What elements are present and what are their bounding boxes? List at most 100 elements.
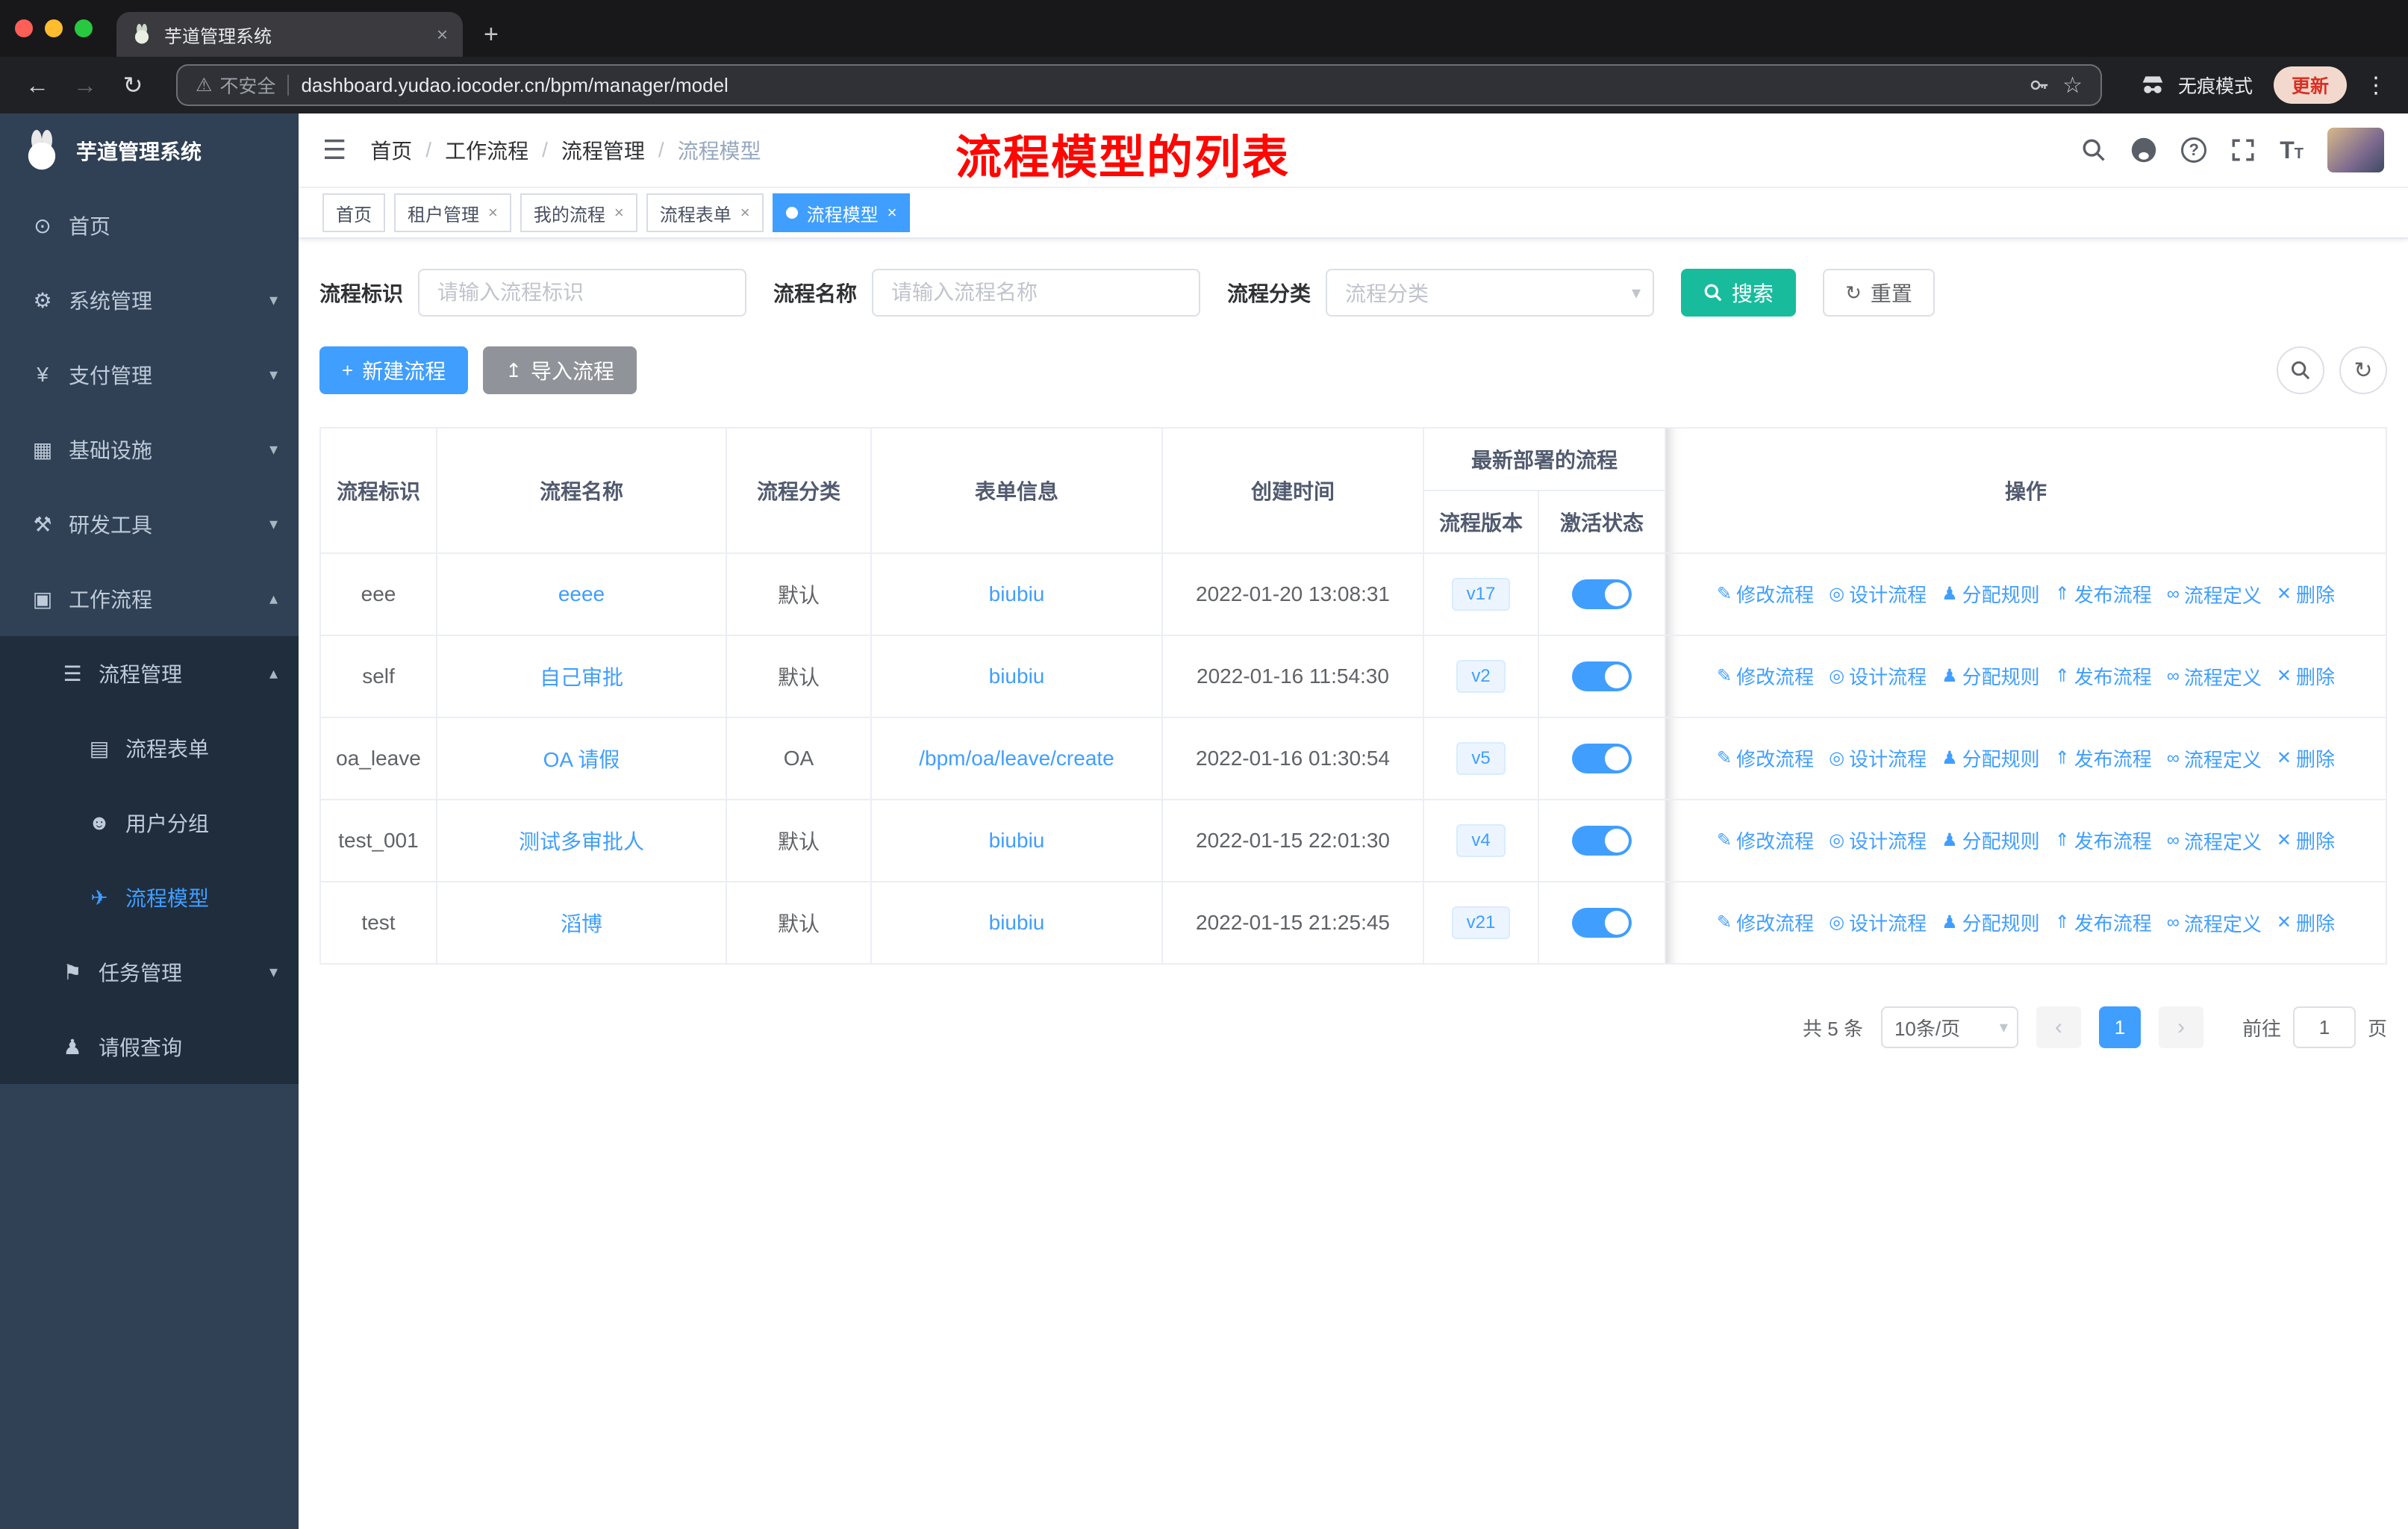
page-1-button[interactable]: 1 [2098, 1006, 2141, 1048]
model-name-link[interactable]: OA 请假 [543, 748, 620, 771]
delete-link[interactable]: ✕ 删除 [2277, 826, 2335, 854]
bookmark-star-icon[interactable]: ☆ [2062, 72, 2083, 99]
sidebar-item-dev-tools[interactable]: ⚒ 研发工具 ▾ [0, 487, 299, 561]
password-key-icon[interactable] [2028, 74, 2050, 96]
avatar[interactable] [2327, 128, 2384, 172]
publish-process-link[interactable]: ⇑ 发布流程 [2055, 909, 2152, 936]
import-process-button[interactable]: ↥ 导入流程 [483, 346, 637, 394]
breadcrumb-workflow[interactable]: 工作流程 [445, 135, 528, 165]
close-icon[interactable]: × [614, 203, 624, 222]
search-button[interactable]: 搜索 [1681, 269, 1797, 317]
font-size-icon[interactable]: TT [2280, 137, 2303, 164]
category-select[interactable]: 流程分类 ▾ [1326, 269, 1655, 317]
design-process-link[interactable]: ◎ 设计流程 [1829, 662, 1927, 690]
sidebar-item-task-management[interactable]: ⚑ 任务管理 ▾ [0, 935, 299, 1009]
design-process-link[interactable]: ◎ 设计流程 [1829, 580, 1927, 608]
goto-page-input[interactable] [2292, 1006, 2356, 1048]
close-icon[interactable]: × [740, 203, 750, 222]
active-toggle[interactable] [1572, 826, 1632, 856]
maximize-window-button[interactable] [75, 19, 93, 37]
help-icon[interactable]: ? [2181, 137, 2207, 163]
sidebar-collapse-icon[interactable]: ☰ [322, 134, 346, 166]
form-info-link[interactable]: biubiu [989, 582, 1045, 605]
sidebar-item-process-form[interactable]: ▤ 流程表单 [0, 711, 299, 785]
tab-close-icon[interactable]: × [437, 23, 448, 46]
new-tab-button[interactable]: + [484, 20, 499, 49]
design-process-link[interactable]: ◎ 设计流程 [1829, 826, 1927, 854]
back-icon[interactable]: ← [18, 72, 57, 99]
sidebar-item-workflow[interactable]: ▣ 工作流程 ▴ [0, 561, 299, 636]
browser-tab[interactable]: 芋道管理系统 × [116, 12, 463, 57]
name-filter-input[interactable] [872, 269, 1201, 317]
browser-menu-icon[interactable]: ⋮ [2365, 72, 2387, 99]
modify-process-link[interactable]: ✎ 修改流程 [1717, 744, 1814, 772]
close-icon[interactable]: × [888, 203, 897, 222]
address-bar[interactable]: ⚠ 不安全 dashboard.yudao.iocoder.cn/bpm/mana… [176, 64, 2102, 106]
active-toggle[interactable] [1572, 661, 1632, 691]
tag-process-form[interactable]: 流程表单 × [646, 193, 764, 232]
modify-process-link[interactable]: ✎ 修改流程 [1717, 826, 1814, 854]
model-name-link[interactable]: 自己审批 [540, 666, 623, 689]
tag-my-process[interactable]: 我的流程 × [520, 193, 637, 232]
publish-process-link[interactable]: ⇑ 发布流程 [2055, 662, 2152, 690]
assign-rules-link[interactable]: ♟ 分配规则 [1941, 909, 2040, 936]
assign-rules-link[interactable]: ♟ 分配规则 [1941, 744, 2040, 772]
process-definition-link[interactable]: ∞ 流程定义 [2167, 909, 2262, 937]
active-toggle[interactable] [1572, 579, 1632, 609]
model-name-link[interactable]: eeee [558, 582, 605, 605]
reload-icon[interactable]: ↻ [113, 71, 152, 99]
breadcrumb-process-management[interactable]: 流程管理 [561, 135, 645, 165]
sidebar-item-user-group[interactable]: ☻ 用户分组 [0, 785, 299, 860]
form-info-link[interactable]: /bpm/oa/leave/create [919, 747, 1114, 770]
refresh-table-button[interactable]: ↻ [2339, 346, 2387, 394]
github-icon[interactable] [2130, 137, 2157, 164]
sidebar-item-home[interactable]: ⊙ 首页 [0, 188, 299, 263]
publish-process-link[interactable]: ⇑ 发布流程 [2055, 826, 2152, 854]
model-name-link[interactable]: 滔博 [561, 912, 602, 935]
security-status[interactable]: ⚠ 不安全 [196, 72, 275, 99]
delete-link[interactable]: ✕ 删除 [2277, 662, 2335, 690]
active-toggle[interactable] [1572, 908, 1632, 938]
sidebar-item-system[interactable]: ⚙ 系统管理 ▾ [0, 263, 299, 337]
publish-process-link[interactable]: ⇑ 发布流程 [2055, 580, 2152, 608]
process-definition-link[interactable]: ∞ 流程定义 [2167, 827, 2262, 855]
active-toggle[interactable] [1572, 744, 1632, 773]
next-page-button[interactable]: › [2158, 1006, 2203, 1048]
tag-home[interactable]: 首页 [322, 193, 385, 232]
publish-process-link[interactable]: ⇑ 发布流程 [2055, 744, 2152, 772]
key-filter-input[interactable] [418, 269, 747, 317]
search-icon[interactable] [2081, 137, 2106, 163]
design-process-link[interactable]: ◎ 设计流程 [1829, 744, 1927, 772]
show-search-button[interactable] [2277, 346, 2324, 394]
reset-button[interactable]: ↻ 重置 [1823, 269, 1935, 317]
assign-rules-link[interactable]: ♟ 分配规则 [1941, 580, 2040, 608]
forward-icon[interactable]: → [66, 72, 105, 99]
form-info-link[interactable]: biubiu [989, 911, 1045, 934]
process-definition-link[interactable]: ∞ 流程定义 [2167, 745, 2262, 773]
minimize-window-button[interactable] [45, 19, 63, 37]
update-button[interactable]: 更新 [2273, 66, 2347, 104]
process-definition-link[interactable]: ∞ 流程定义 [2167, 581, 2262, 608]
sidebar-item-process-management[interactable]: ☰ 流程管理 ▴ [0, 636, 299, 711]
form-info-link[interactable]: biubiu [989, 829, 1045, 852]
tag-tenant-management[interactable]: 租户管理 × [394, 193, 511, 232]
delete-link[interactable]: ✕ 删除 [2277, 744, 2335, 772]
tag-process-model[interactable]: 流程模型 × [772, 193, 911, 232]
create-process-button[interactable]: + 新建流程 [319, 346, 469, 394]
sidebar-item-payment[interactable]: ¥ 支付管理 ▾ [0, 337, 299, 412]
delete-link[interactable]: ✕ 删除 [2277, 909, 2335, 936]
assign-rules-link[interactable]: ♟ 分配规则 [1941, 662, 2040, 690]
form-info-link[interactable]: biubiu [989, 664, 1045, 688]
page-size-select[interactable]: 10条/页 ▾ [1880, 1006, 2018, 1048]
sidebar-item-infrastructure[interactable]: ▦ 基础设施 ▾ [0, 412, 299, 487]
model-name-link[interactable]: 测试多审批人 [519, 830, 644, 853]
modify-process-link[interactable]: ✎ 修改流程 [1717, 909, 1814, 936]
modify-process-link[interactable]: ✎ 修改流程 [1717, 662, 1814, 690]
fullscreen-icon[interactable] [2230, 137, 2256, 163]
sidebar-item-leave-query[interactable]: ♟ 请假查询 [0, 1009, 299, 1084]
process-definition-link[interactable]: ∞ 流程定义 [2167, 663, 2262, 691]
assign-rules-link[interactable]: ♟ 分配规则 [1941, 826, 2040, 854]
modify-process-link[interactable]: ✎ 修改流程 [1717, 580, 1814, 608]
close-icon[interactable]: × [488, 203, 498, 222]
sidebar-item-process-model[interactable]: ✈ 流程模型 [0, 860, 299, 935]
